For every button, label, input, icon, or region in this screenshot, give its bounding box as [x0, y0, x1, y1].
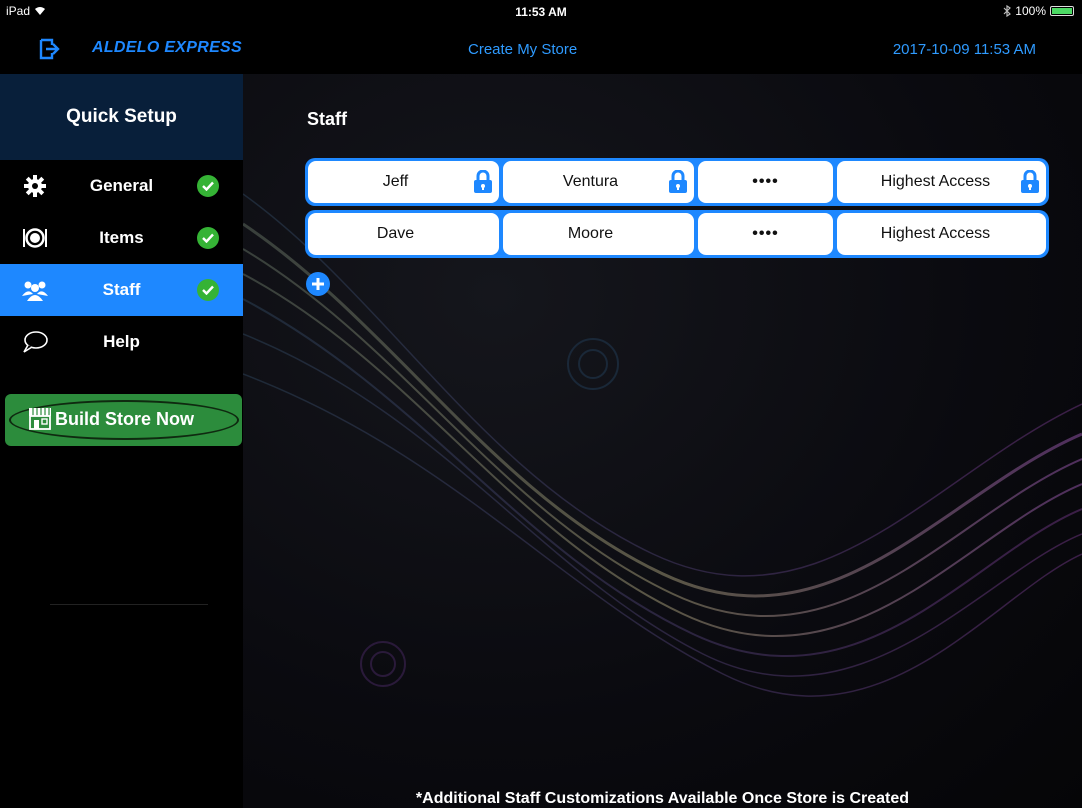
staff-row: Jeff Ventura •••• Highest Access — [305, 158, 1049, 206]
status-right: 100% — [1003, 4, 1074, 18]
pin-value: •••• — [752, 225, 779, 242]
add-staff-button[interactable] — [306, 272, 330, 296]
footnote: *Additional Staff Customizations Availab… — [415, 790, 910, 807]
first-name-value: Jeff — [382, 173, 409, 190]
sidebar-item-help[interactable]: Help — [0, 316, 243, 368]
logout-icon[interactable] — [38, 38, 60, 60]
status-bar: iPad 11:53 AM 100% — [0, 0, 1082, 30]
first-name-field[interactable]: Dave — [308, 213, 499, 255]
first-name-value: Dave — [376, 225, 415, 242]
access-level-value: Highest Access — [880, 225, 991, 242]
sidebar-item-general[interactable]: General — [0, 160, 243, 212]
sidebar-title: Quick Setup — [0, 74, 243, 160]
lock-icon[interactable] — [668, 170, 688, 194]
checkmark-icon — [197, 279, 219, 301]
last-name-value: Ventura — [562, 173, 619, 190]
storefront-icon — [29, 408, 51, 430]
plus-icon — [312, 278, 324, 290]
checkmark-icon — [197, 227, 219, 249]
last-name-value: Moore — [567, 225, 614, 242]
bluetooth-icon — [1003, 5, 1012, 17]
app-header: ALDELO EXPRESS Create My Store 2017-10-0… — [0, 30, 1082, 74]
access-level-value: Highest Access — [880, 173, 991, 190]
build-store-label: Build Store Now — [55, 409, 194, 429]
page-title: Create My Store — [468, 41, 578, 58]
pin-field[interactable]: •••• — [698, 161, 833, 203]
access-level-field[interactable]: Highest Access — [837, 213, 1046, 255]
sidebar-item-label: Help — [103, 332, 140, 351]
current-datetime: 2017-10-09 11:53 AM — [892, 41, 1036, 58]
sidebar-divider — [50, 604, 208, 605]
sidebar-item-items[interactable]: Items — [0, 212, 243, 264]
build-store-now-button[interactable]: Build Store Now — [5, 394, 242, 446]
sidebar: Quick Setup General Items Staff Help Bui… — [0, 74, 243, 808]
main-content: Staff Jeff Ventura •••• Highest Access D… — [243, 74, 1082, 808]
lock-icon[interactable] — [473, 170, 493, 194]
section-title: Staff — [307, 109, 347, 129]
status-time: 11:53 AM — [515, 5, 567, 19]
access-level-field[interactable]: Highest Access — [837, 161, 1046, 203]
sidebar-item-staff[interactable]: Staff — [0, 264, 243, 316]
last-name-field[interactable]: Moore — [503, 213, 694, 255]
first-name-field[interactable]: Jeff — [308, 161, 499, 203]
battery-icon — [1050, 6, 1074, 16]
battery-percent: 100% — [1015, 4, 1046, 18]
staff-row: Dave Moore •••• Highest Access — [305, 210, 1049, 258]
lock-icon[interactable] — [1020, 170, 1040, 194]
pin-field[interactable]: •••• — [698, 213, 833, 255]
brand-logo: ALDELO EXPRESS — [92, 39, 243, 56]
checkmark-icon — [197, 175, 219, 197]
last-name-field[interactable]: Ventura — [503, 161, 694, 203]
pin-value: •••• — [752, 173, 779, 190]
